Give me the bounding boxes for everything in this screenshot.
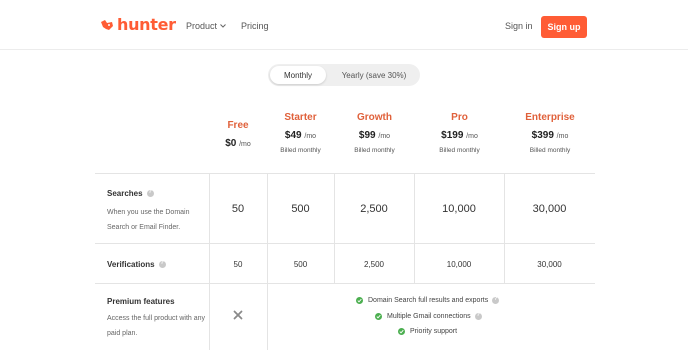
- cell-verifications-enterprise: 30,000: [537, 260, 562, 269]
- row-desc-premium: Access the full product with any paid pl…: [107, 315, 206, 337]
- row-title-searches: Searches: [107, 189, 154, 198]
- top-header: hunter Product Pricing Sign in Sign up: [0, 0, 688, 50]
- cell-searches-growth: 2,500: [360, 203, 388, 215]
- main-nav: Product Pricing: [186, 21, 284, 31]
- toggle-monthly[interactable]: Monthly: [270, 66, 326, 84]
- logo-text: hunter: [117, 15, 176, 34]
- toggle-yearly[interactable]: Yearly (save 30%): [330, 66, 418, 84]
- question-circle-icon[interactable]: [158, 260, 166, 268]
- cell-searches-enterprise: 30,000: [532, 203, 567, 215]
- cell-searches-pro: 10,000: [442, 203, 476, 215]
- check-circle-icon: [356, 297, 363, 304]
- table-divider: [95, 243, 595, 244]
- plan-name: Starter: [284, 112, 317, 123]
- nav-product-label: Product: [186, 21, 218, 31]
- plan-name: Enterprise: [525, 112, 575, 123]
- cross-icon: [233, 310, 243, 320]
- cell-verifications-growth: 2,500: [363, 260, 385, 269]
- check-circle-icon: [375, 313, 382, 320]
- row-title-verifications: Verifications: [107, 260, 166, 269]
- feature-item: Domain Search full results and exports: [356, 296, 500, 304]
- plan-starter: Starter $49 /mo Billed monthly: [267, 112, 334, 154]
- billing-toggle: Monthly Yearly (save 30%): [268, 64, 420, 86]
- question-circle-icon[interactable]: [474, 312, 482, 320]
- question-circle-icon[interactable]: [492, 296, 500, 304]
- plan-free: Free $0 /mo: [210, 120, 266, 149]
- table-divider: [95, 283, 595, 284]
- feature-item: Priority support: [398, 328, 457, 335]
- chevron-down-icon: [220, 24, 226, 28]
- signup-button[interactable]: Sign up: [541, 16, 587, 38]
- plan-enterprise: Enterprise $399 /mo Billed monthly: [505, 112, 595, 154]
- check-circle-icon: [398, 328, 405, 335]
- plan-billing-note: Billed monthly: [280, 147, 321, 154]
- cell-verifications-starter: 500: [293, 260, 308, 269]
- signin-link[interactable]: Sign in: [505, 21, 533, 31]
- plan-name: Free: [227, 120, 249, 131]
- plan-price: $0 /mo: [225, 138, 251, 149]
- row-title-premium: Premium features: [107, 297, 175, 306]
- nav-product[interactable]: Product: [186, 21, 226, 31]
- plan-price: $199 /mo: [441, 130, 478, 141]
- plan-name: Growth: [357, 112, 392, 123]
- plan-price: $399 /mo: [531, 130, 569, 141]
- fox-icon: [101, 19, 113, 30]
- cell-searches-starter: 500: [291, 203, 310, 215]
- nav-pricing[interactable]: Pricing: [241, 21, 269, 31]
- plan-price: $99 /mo: [358, 130, 391, 141]
- plan-name: Pro: [451, 112, 468, 123]
- nav-pricing-label: Pricing: [241, 21, 269, 31]
- plan-pro: Pro $199 /mo Billed monthly: [415, 112, 504, 154]
- row-desc-searches: When you use the Domain Search or Email …: [107, 209, 190, 231]
- feature-item: Multiple Gmail connections: [375, 312, 482, 320]
- plan-price: $49 /mo: [284, 130, 317, 141]
- plan-billing-note: Billed monthly: [354, 147, 395, 154]
- plan-growth: Growth $99 /mo Billed monthly: [335, 112, 414, 154]
- cell-searches-free: 50: [231, 203, 245, 215]
- table-divider: [95, 173, 595, 174]
- cell-verifications-pro: 10,000: [446, 260, 472, 269]
- plan-billing-note: Billed monthly: [439, 147, 480, 154]
- question-circle-icon[interactable]: [146, 189, 154, 197]
- hunter-logo[interactable]: hunter: [100, 15, 176, 34]
- plan-billing-note: Billed monthly: [529, 147, 571, 154]
- cell-verifications-free: 50: [233, 260, 243, 269]
